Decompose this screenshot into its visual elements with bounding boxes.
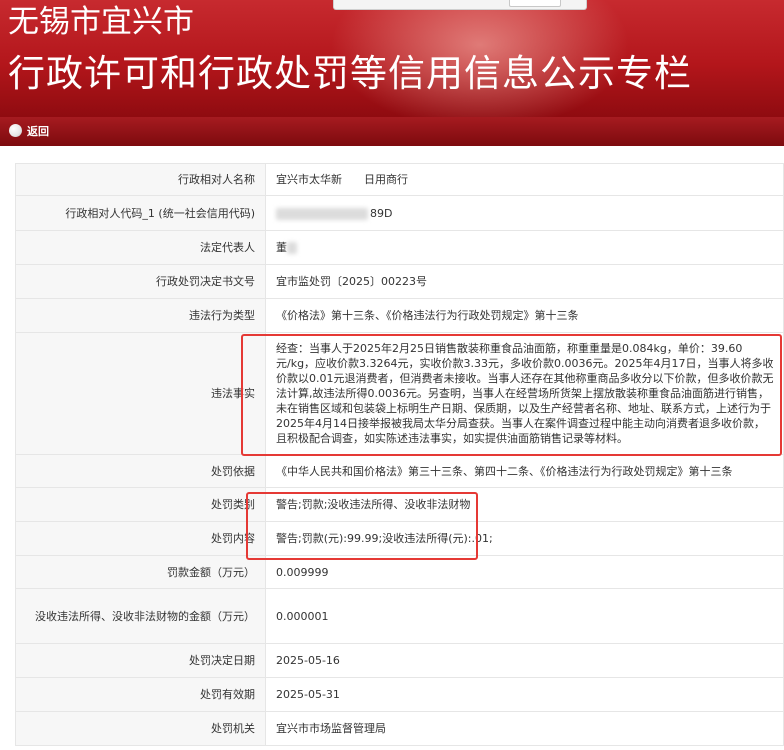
field-value-decision-date: 2025-05-16 [265,643,784,678]
table-row: 违法行为类型 《价格法》第十三条、《价格违法行为行政处罚规定》第十三条 [15,298,784,333]
field-value-confiscation-amount: 0.000001 [265,588,784,644]
table-row: 处罚类别 警告;罚款;没收违法所得、没收非法财物 [15,487,784,522]
overlay-popup-edge [333,0,587,10]
field-value-violation-type: 《价格法》第十三条、《价格违法行为行政处罚规定》第十三条 [265,298,784,333]
field-label-legal-rep: 法定代表人 [15,230,266,265]
table-row: 处罚机关 宜兴市市场监督管理局 [15,711,784,746]
table-row: 行政处罚决定书文号 宜市监处罚〔2025〕00223号 [15,264,784,299]
back-link[interactable]: 返回 [27,124,49,140]
field-label-authority: 处罚机关 [15,711,266,746]
table-row: 法定代表人 董 [15,230,784,265]
field-value-authority: 宜兴市市场监督管理局 [265,711,784,746]
overlay-popup-button[interactable] [509,0,561,7]
table-row: 处罚内容 警告;罚款(元):99.99;没收违法所得(元):.01; [15,521,784,556]
field-value-validity-period: 2025-05-31 [265,677,784,712]
legal-rep-text: 董 [276,241,287,254]
field-label-penalty-basis: 处罚依据 [15,454,266,488]
field-value-legal-rep: 董 [265,230,784,265]
field-value-credit-code: 89D [265,195,784,231]
banner-title: 行政许可和行政处罚等信用信息公示专栏 [8,52,692,95]
back-bullet-icon[interactable] [9,124,22,137]
field-label-penalty-category: 处罚类别 [15,487,266,522]
nav-bar [0,117,784,146]
field-label-decision-date: 处罚决定日期 [15,643,266,678]
table-row: 没收违法所得、没收非法财物的金额（万元） 0.000001 [15,588,784,644]
field-value-violation-facts: 经查：当事人于2025年2月25日销售散装称重食品油面筋，称重重量是0.084k… [265,332,784,455]
field-label-decision-number: 行政处罚决定书文号 [15,264,266,299]
table-row: 行政相对人代码_1 (统一社会信用代码) 89D [15,195,784,231]
table-row: 处罚有效期 2025-05-31 [15,677,784,712]
field-value-penalty-content: 警告;罚款(元):99.99;没收违法所得(元):.01; [265,521,784,556]
field-label-penalty-content: 处罚内容 [15,521,266,556]
credit-code-suffix: 89D [370,206,393,220]
banner-city-name: 无锡市宜兴市 [8,4,194,40]
table-row: 违法事实 经查：当事人于2025年2月25日销售散装称重食品油面筋，称重重量是0… [15,332,784,455]
field-label-party-name: 行政相对人名称 [15,163,266,196]
party-name-text: 宜兴市太华新 日用商行 [276,173,408,186]
field-value-fine-amount: 0.009999 [265,555,784,589]
field-value-penalty-category: 警告;罚款;没收违法所得、没收非法财物 [265,487,784,522]
field-label-confiscation-amount: 没收违法所得、没收非法财物的金额（万元） [15,588,266,644]
penalty-info-table: 行政相对人名称 宜兴市太华新 日用商行 行政相对人代码_1 (统一社会信用代码)… [15,163,784,746]
table-row: 行政相对人名称 宜兴市太华新 日用商行 [15,163,784,196]
field-label-validity-period: 处罚有效期 [15,677,266,712]
field-value-penalty-basis: 《中华人民共和国价格法》第三十三条、第四十二条、《价格违法行为行政处罚规定》第十… [265,454,784,488]
field-label-credit-code: 行政相对人代码_1 (统一社会信用代码) [15,195,266,231]
field-value-decision-number: 宜市监处罚〔2025〕00223号 [265,264,784,299]
field-label-violation-facts: 违法事实 [15,332,266,455]
table-row: 处罚依据 《中华人民共和国价格法》第三十三条、第四十二条、《价格违法行为行政处罚… [15,454,784,488]
table-row: 罚款金额（万元） 0.009999 [15,555,784,589]
header-banner: 无锡市宜兴市 行政许可和行政处罚等信用信息公示专栏 [0,0,784,117]
redacted-code-blur [276,207,368,220]
table-row: 处罚决定日期 2025-05-16 [15,643,784,678]
field-label-violation-type: 违法行为类型 [15,298,266,333]
field-value-party-name: 宜兴市太华新 日用商行 [265,163,784,196]
redacted-name-blur [287,242,297,254]
field-label-fine-amount: 罚款金额（万元） [15,555,266,589]
